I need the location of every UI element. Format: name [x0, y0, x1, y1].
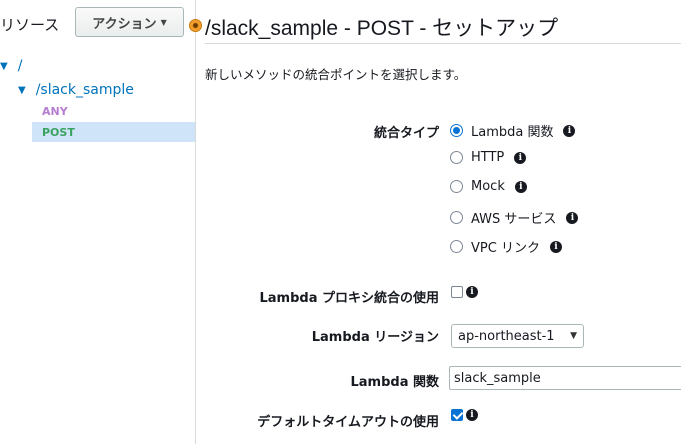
- radio-label: Mock: [471, 179, 505, 194]
- radio-label: Lambda 関数: [471, 125, 554, 140]
- lambda-function-input[interactable]: slack_sample: [449, 366, 681, 390]
- integration-type-label: 統合タイプ: [373, 126, 439, 141]
- radio-http[interactable]: HTTP i: [450, 150, 527, 165]
- lambda-proxy-label: Lambda プロキシ統合の使用: [259, 291, 439, 306]
- tree-item-any-method[interactable]: ANY: [42, 105, 68, 118]
- actions-button[interactable]: アクション ▼: [75, 7, 184, 37]
- expand-triangle-icon[interactable]: ▼: [18, 85, 26, 96]
- radio-mock[interactable]: Mock i: [450, 179, 527, 194]
- radio-button[interactable]: [450, 211, 463, 224]
- expand-triangle-icon[interactable]: ▼: [0, 61, 8, 72]
- radio-button[interactable]: [450, 180, 463, 193]
- radio-vpc-link[interactable]: VPC リンク i: [450, 237, 562, 256]
- page-title: /slack_sample - POST - セットアップ: [205, 17, 559, 40]
- default-timeout-checkbox[interactable]: [451, 409, 463, 421]
- lambda-region-select[interactable]: ap-northeast-1 ▼: [451, 324, 584, 348]
- resource-tree-panel: リソース アクション ▼ ▼ / ▼ /slack_sample ANY POS…: [0, 0, 196, 444]
- radio-button[interactable]: [450, 240, 463, 253]
- lambda-region-label: Lambda リージョン: [311, 330, 439, 345]
- info-icon[interactable]: i: [566, 211, 579, 224]
- tree-item-post-method[interactable]: POST: [32, 122, 195, 142]
- caret-down-icon: ▼: [160, 17, 167, 27]
- radio-lambda-function[interactable]: Lambda 関数 i: [450, 121, 576, 140]
- radio-button[interactable]: [450, 151, 463, 164]
- radio-aws-service[interactable]: AWS サービス i: [450, 208, 579, 227]
- actions-button-label: アクション: [92, 16, 157, 32]
- lambda-proxy-checkbox[interactable]: [451, 286, 463, 298]
- info-icon[interactable]: i: [466, 286, 478, 298]
- radio-label: HTTP: [471, 150, 505, 165]
- radio-label: AWS サービス: [471, 212, 557, 227]
- tree-item-slack-sample[interactable]: ▼ /slack_sample: [18, 82, 134, 98]
- info-icon[interactable]: i: [514, 180, 527, 193]
- tree-item-slack-sample-label: /slack_sample: [35, 82, 134, 98]
- lambda-function-label: Lambda 関数: [350, 375, 439, 390]
- panel-resize-handle-icon[interactable]: [189, 19, 202, 32]
- radio-button[interactable]: [450, 124, 463, 137]
- info-icon[interactable]: i: [563, 124, 576, 137]
- info-icon[interactable]: i: [549, 240, 562, 253]
- default-timeout-label: デフォルトタイムアウトの使用: [257, 415, 439, 430]
- resources-label: リソース: [0, 16, 60, 34]
- chevron-down-icon: ▼: [570, 331, 577, 341]
- info-icon[interactable]: i: [466, 409, 478, 421]
- lambda-region-value: ap-northeast-1: [458, 328, 555, 344]
- radio-label: VPC リンク: [471, 241, 540, 256]
- tree-item-root-label: /: [17, 58, 23, 74]
- title-divider: [205, 43, 681, 44]
- page-description: 新しいメソッドの統合ポイントを選択します。: [205, 67, 467, 82]
- info-icon[interactable]: i: [514, 151, 527, 164]
- tree-item-root[interactable]: ▼ /: [0, 58, 22, 74]
